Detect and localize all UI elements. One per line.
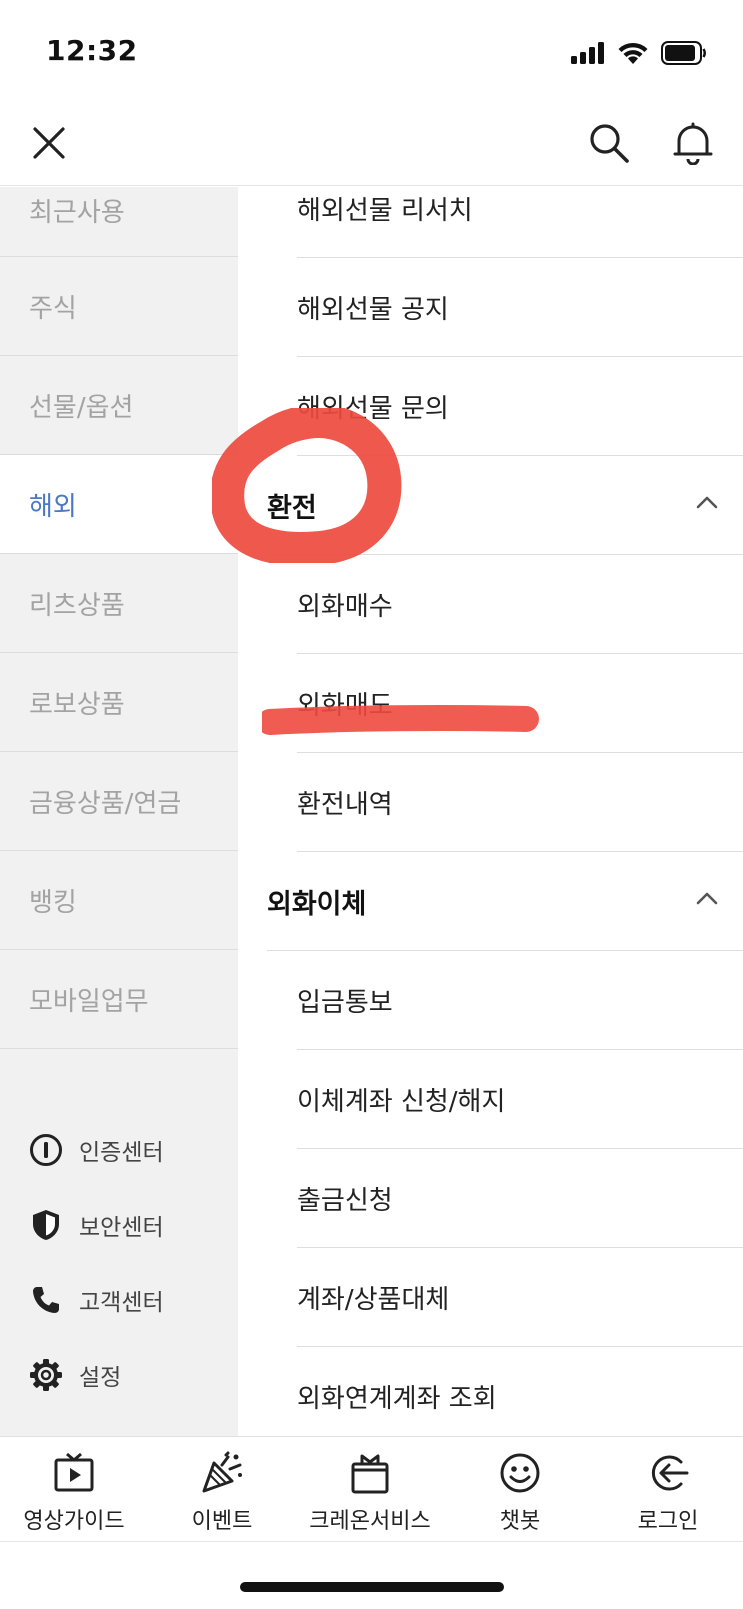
- menu-item-label: 외화연계계좌 조회: [297, 1384, 497, 1414]
- status-time: 12:32: [46, 34, 138, 67]
- nav-label: 크레온서비스: [309, 1509, 431, 1534]
- sidebar-item-reits[interactable]: 리츠상품: [0, 554, 238, 653]
- sidebar-item-mobile-work[interactable]: 모바일업무: [0, 950, 238, 1049]
- category-sidebar: 최근사용 주식 선물/옵션 해외 리츠상품 로보상품 금융상품/연금 뱅킹 모바…: [0, 187, 238, 1436]
- nav-creon-service[interactable]: 크레온서비스: [297, 1451, 443, 1535]
- status-bar: 12:32: [0, 0, 743, 100]
- menu-item-futures-research[interactable]: 해외선물 리서치: [297, 187, 743, 258]
- video-guide-icon: [52, 1451, 96, 1495]
- menu-item-futures-notice[interactable]: 해외선물 공지: [297, 258, 743, 357]
- menu-item-label: 외화매수: [297, 591, 393, 622]
- util-label: 설정: [79, 1365, 122, 1391]
- wifi-icon: [618, 42, 648, 64]
- nav-login[interactable]: 로그인: [615, 1451, 721, 1535]
- party-popper-icon: [200, 1451, 244, 1495]
- sidebar-item-recent[interactable]: 최근사용: [0, 187, 238, 257]
- sidebar-item-label: 리츠상품: [29, 590, 125, 621]
- menu-item-label: 해외선물 리서치: [297, 195, 473, 226]
- util-label: 인증센터: [79, 1140, 164, 1166]
- menu-item-label: 출금신청: [297, 1185, 393, 1216]
- notification-button[interactable]: [670, 120, 716, 166]
- nav-label: 영상가이드: [23, 1509, 125, 1534]
- menu-item-sell-currency[interactable]: 외화매도: [297, 654, 743, 753]
- menu-item-transfer-account-register[interactable]: 이체계좌 신청/해지: [297, 1050, 743, 1149]
- sidebar-item-banking[interactable]: 뱅킹: [0, 851, 238, 950]
- nav-label: 이벤트: [191, 1509, 253, 1534]
- group-header-fx-transfer[interactable]: 외화이체: [267, 852, 743, 951]
- settings-link[interactable]: 설정: [29, 1355, 121, 1395]
- submenu-panel: 해외선물 리서치 해외선물 공지 해외선물 문의 환전 외화매수 외화매도 환전…: [238, 187, 743, 1436]
- menu-item-label: 이체계좌 신청/해지: [297, 1086, 506, 1117]
- nav-label: 챗봇: [499, 1509, 541, 1534]
- search-icon: [590, 124, 629, 163]
- security-center-link[interactable]: 보안센터: [29, 1205, 164, 1245]
- menu-item-linked-account-lookup[interactable]: 외화연계계좌 조회: [297, 1347, 743, 1436]
- util-label: 고객센터: [79, 1290, 164, 1316]
- menu-item-buy-currency[interactable]: 외화매수: [297, 555, 743, 654]
- sidebar-item-financial-pension[interactable]: 금융상품/연금: [0, 752, 238, 851]
- sidebar-item-label: 모바일업무: [29, 986, 149, 1017]
- menu-item-label: 계좌/상품대체: [297, 1284, 450, 1315]
- sidebar-item-label: 해외: [29, 491, 77, 522]
- chevron-up-icon: [696, 892, 718, 905]
- chevron-up-icon: [696, 496, 718, 509]
- bottom-navigation: 영상가이드 이벤트 크레온서비스 챗봇 로그인: [0, 1436, 743, 1542]
- menu-item-label: 입금통보: [297, 987, 393, 1018]
- close-button[interactable]: [26, 120, 72, 166]
- cellular-signal-icon: [571, 42, 604, 64]
- status-icons: [571, 40, 707, 66]
- shield-icon: [29, 1208, 63, 1242]
- group-header-exchange[interactable]: 환전: [267, 456, 743, 555]
- menu-item-withdrawal-request[interactable]: 출금신청: [297, 1149, 743, 1248]
- nav-video-guide[interactable]: 영상가이드: [18, 1451, 130, 1535]
- util-label: 보안센터: [79, 1215, 164, 1241]
- header: [0, 100, 743, 186]
- sidebar-item-robo[interactable]: 로보상품: [0, 653, 238, 752]
- sidebar-item-label: 선물/옵션: [29, 392, 134, 423]
- nav-chatbot[interactable]: 챗봇: [478, 1451, 562, 1535]
- sidebar-item-overseas[interactable]: 해외: [0, 455, 238, 554]
- menu-item-account-product-transfer[interactable]: 계좌/상품대체: [297, 1248, 743, 1347]
- menu-item-label: 해외선물 문의: [297, 393, 449, 424]
- battery-icon: [661, 41, 706, 65]
- sidebar-item-label: 로보상품: [29, 689, 125, 720]
- gift-box-icon: [348, 1451, 392, 1495]
- gear-icon: [29, 1358, 63, 1392]
- sidebar-item-label: 최근사용: [29, 198, 125, 228]
- sidebar-item-label: 금융상품/연금: [29, 788, 182, 819]
- menu-item-label: 외화매도: [297, 690, 393, 721]
- menu-item-deposit-notice[interactable]: 입금통보: [297, 951, 743, 1050]
- group-title: 외화이체: [267, 888, 367, 920]
- sidebar-item-label: 뱅킹: [29, 887, 77, 918]
- menu-item-exchange-history[interactable]: 환전내역: [297, 753, 743, 852]
- home-indicator: [240, 1582, 504, 1592]
- menu-item-label: 해외선물 공지: [297, 294, 449, 325]
- sidebar-item-futures-options[interactable]: 선물/옵션: [0, 356, 238, 455]
- smiley-icon: [498, 1451, 542, 1495]
- bell-icon: [673, 122, 713, 165]
- close-icon: [33, 127, 65, 159]
- sidebar-item-label: 주식: [29, 293, 77, 324]
- nav-label: 로그인: [637, 1509, 699, 1534]
- phone-icon: [29, 1283, 63, 1317]
- menu-item-label: 환전내역: [297, 789, 393, 820]
- menu-item-futures-inquiry[interactable]: 해외선물 문의: [297, 357, 743, 456]
- nav-events[interactable]: 이벤트: [170, 1451, 274, 1535]
- login-icon: [646, 1451, 690, 1495]
- auth-center-link[interactable]: 인증센터: [29, 1130, 164, 1170]
- sidebar-item-stocks[interactable]: 주식: [0, 257, 238, 356]
- customer-center-link[interactable]: 고객센터: [29, 1280, 164, 1320]
- search-button[interactable]: [586, 120, 632, 166]
- group-title: 환전: [267, 492, 317, 524]
- info-icon: [29, 1133, 63, 1167]
